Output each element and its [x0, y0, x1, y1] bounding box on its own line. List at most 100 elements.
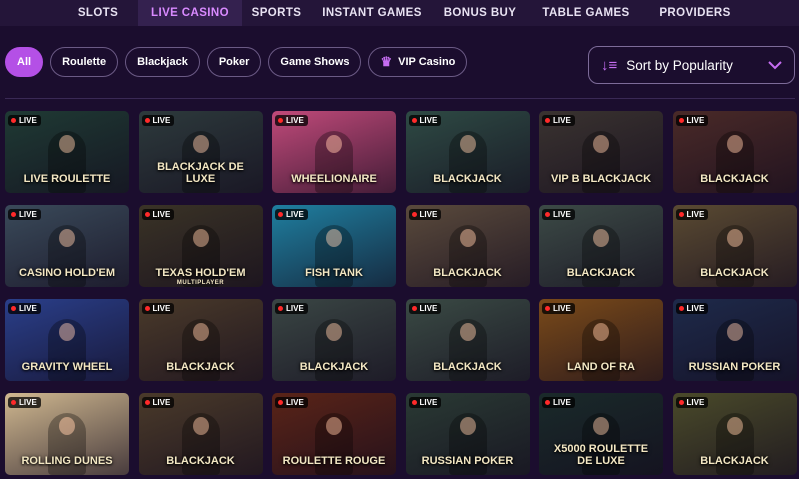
game-tile[interactable]: LIVE BLACKJACK — [405, 205, 530, 287]
live-label: LIVE — [686, 210, 705, 219]
game-title: RUSSIAN POKER — [688, 361, 781, 373]
top-navigation: SLOTS LIVE CASINO SPORTS INSTANT GAMES BONUS… — [0, 0, 799, 26]
category-filters: All Roulette Blackjack Poker Game Shows ♛ VIP … — [5, 46, 468, 78]
live-label: LIVE — [19, 398, 37, 407]
live-badge: LIVE — [141, 397, 175, 408]
game-title: LIVE ROULETTE — [23, 173, 111, 185]
game-title: BLACKJACK — [166, 361, 235, 373]
game-tile[interactable]: LIVE X5000 ROULETTE DE LUXE — [539, 393, 663, 475]
nav-item-instant-games[interactable]: INSTANT GAMES — [314, 0, 430, 26]
divider — [5, 98, 795, 99]
game-tile[interactable]: LIVE RUSSIAN POKER — [405, 393, 530, 475]
game-tile[interactable]: LIVE BLACKJACK — [138, 393, 263, 475]
game-tile[interactable]: LIVE BLACKJACK — [405, 299, 530, 381]
game-tile[interactable]: LIVE FISH TANK — [272, 205, 396, 287]
sort-dropdown[interactable]: ↓≡ Sort by Popularity — [588, 46, 795, 84]
live-badge: LIVE — [542, 303, 575, 314]
game-tile[interactable]: LIVE LAND OF RA — [539, 299, 663, 381]
game-tile[interactable]: LIVE BLACKJACK — [272, 299, 396, 381]
nav-item-slots[interactable]: SLOTS — [58, 0, 138, 26]
game-title: VIP B BLACKJACK — [550, 173, 652, 185]
filter-chip-game-shows[interactable]: Game Shows — [268, 47, 362, 77]
sort-label: Sort by Popularity — [626, 57, 733, 73]
game-tile[interactable]: LIVE BLACKJACK — [539, 205, 663, 287]
live-label: LIVE — [553, 304, 571, 313]
game-title: WHEELIONAIRE — [291, 173, 377, 185]
nav-item-sports[interactable]: SPORTS — [238, 0, 315, 26]
live-label: LIVE — [553, 116, 571, 125]
game-title: RUSSIAN POKER — [421, 455, 514, 467]
game-tile[interactable]: LIVE TEXAS HOLD'EM MULTIPLAYER — [138, 205, 263, 287]
game-title: BLACKJACK — [700, 267, 769, 279]
game-tile[interactable]: LIVE CASINO HOLD'EM — [5, 205, 129, 287]
game-title: X5000 ROULETTE DE LUXE — [553, 443, 649, 467]
game-tile[interactable]: LIVE ROLLING DUNES — [5, 393, 129, 475]
game-title: ROULETTE ROUGE — [282, 455, 386, 467]
game-title: GRAVITY WHEEL — [21, 361, 113, 373]
game-title: BLACKJACK — [166, 455, 235, 467]
game-tile[interactable]: LIVE BLACKJACK — [138, 299, 263, 381]
filter-chip-roulette[interactable]: Roulette — [50, 47, 119, 77]
live-badge: LIVE — [675, 397, 709, 408]
live-dot-icon — [545, 400, 550, 405]
game-tile[interactable]: LIVE BLACKJACK — [405, 111, 530, 193]
live-label: LIVE — [553, 210, 571, 219]
nav-item-live-casino[interactable]: LIVE CASINO — [138, 0, 242, 26]
live-badge: LIVE — [675, 303, 709, 314]
filter-chip-all[interactable]: All — [5, 47, 44, 77]
live-badge: LIVE — [408, 303, 442, 314]
live-badge: LIVE — [675, 115, 709, 126]
live-badge: LIVE — [8, 209, 41, 220]
game-tile[interactable]: LIVE RUSSIAN POKER — [672, 299, 797, 381]
live-dot-icon — [678, 400, 684, 405]
filter-chip-poker[interactable]: Poker — [206, 47, 262, 77]
game-tile[interactable]: LIVE WHEELIONAIRE — [272, 111, 396, 193]
game-tile[interactable]: LIVE BLACKJACK — [672, 111, 797, 193]
game-tile[interactable]: LIVE VIP B BLACKJACK — [539, 111, 663, 193]
live-dot-icon — [678, 118, 684, 123]
filter-chip-vip-casino[interactable]: ♛ VIP Casino — [368, 47, 468, 77]
live-dot-icon — [411, 118, 417, 123]
live-badge: LIVE — [275, 209, 308, 220]
live-label: LIVE — [19, 116, 37, 125]
game-tile[interactable]: LIVE GRAVITY WHEEL — [5, 299, 129, 381]
filter-chip-label: Roulette — [62, 56, 107, 68]
game-tile[interactable]: LIVE BLACKJACK — [672, 393, 797, 475]
game-tile[interactable]: LIVE BLACKJACK DE LUXE — [138, 111, 263, 193]
game-title: BLACKJACK — [299, 361, 369, 373]
live-label: LIVE — [286, 116, 304, 125]
live-label: LIVE — [286, 210, 304, 219]
live-label: LIVE — [152, 116, 171, 125]
game-title: TEXAS HOLD'EM — [155, 267, 246, 279]
game-title: FISH TANK — [305, 267, 363, 279]
live-dot-icon — [144, 118, 150, 123]
filter-chip-label: VIP Casino — [398, 56, 456, 68]
live-dot-icon — [545, 306, 550, 311]
nav-item-bonus-buy[interactable]: BONUS BUY — [431, 0, 529, 26]
game-title: BLACKJACK — [700, 173, 769, 185]
game-tile[interactable]: LIVE BLACKJACK — [672, 205, 797, 287]
live-badge: LIVE — [141, 303, 175, 314]
game-tile[interactable]: LIVE ROULETTE ROUGE — [272, 393, 396, 475]
live-badge: LIVE — [542, 397, 575, 408]
chevron-down-icon — [768, 57, 782, 73]
live-badge: LIVE — [8, 397, 41, 408]
game-title: BLACKJACK — [566, 267, 636, 279]
nav-item-providers[interactable]: PROVIDERS — [640, 0, 750, 26]
live-badge: LIVE — [141, 209, 175, 220]
live-dot-icon — [678, 306, 684, 311]
live-dot-icon — [11, 400, 16, 405]
game-title: BLACKJACK — [433, 267, 502, 279]
nav-item-table-games[interactable]: TABLE GAMES — [532, 0, 640, 26]
filter-chip-label: All — [17, 56, 32, 68]
live-label: LIVE — [152, 210, 171, 219]
live-dot-icon — [411, 306, 417, 311]
live-dot-icon — [278, 400, 283, 405]
live-badge: LIVE — [275, 115, 308, 126]
game-tile[interactable]: LIVE LIVE ROULETTE — [5, 111, 129, 193]
game-grid: LIVE LIVE ROULETTE LIVE BLACKJACK DE LUXE LI… — [5, 111, 797, 475]
live-label: LIVE — [419, 398, 438, 407]
live-dot-icon — [678, 212, 684, 217]
live-dot-icon — [144, 400, 150, 405]
filter-chip-blackjack[interactable]: Blackjack — [125, 47, 200, 77]
